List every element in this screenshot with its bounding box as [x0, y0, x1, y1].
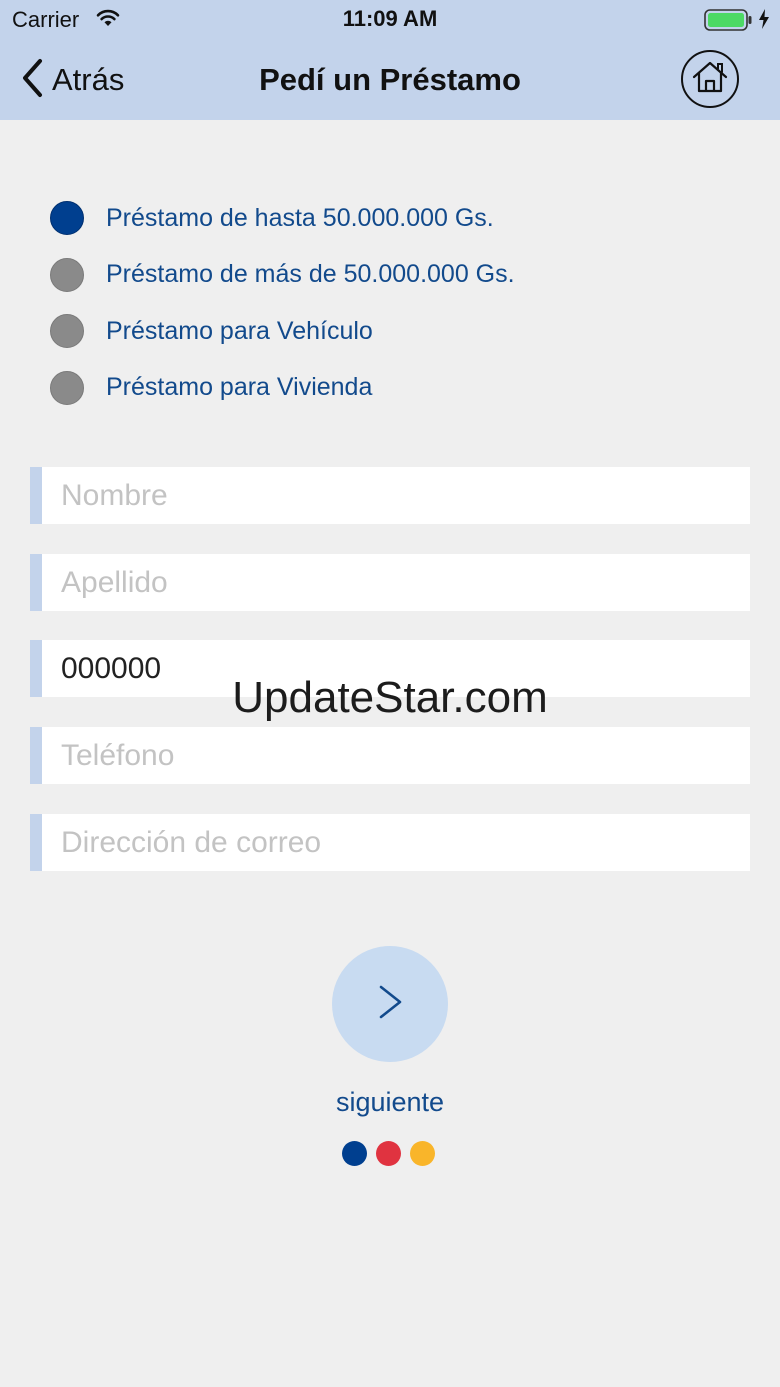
loan-option-label: Préstamo de hasta 50.000.000 Gs.	[106, 203, 494, 232]
telefono-field[interactable]	[30, 727, 750, 784]
telefono-input[interactable]	[61, 738, 750, 773]
brand-dot-red	[376, 1141, 401, 1166]
next-button[interactable]	[332, 946, 448, 1062]
loan-option-mas-50m[interactable]: Préstamo de más de 50.000.000 Gs.	[50, 247, 515, 304]
radio-unselected-icon[interactable]	[50, 257, 84, 292]
loan-option-hasta-50m[interactable]: Préstamo de hasta 50.000.000 Gs.	[50, 190, 515, 247]
loan-option-vehiculo[interactable]: Préstamo para Vehículo	[50, 303, 515, 360]
documento-input[interactable]	[61, 651, 750, 686]
nombre-field[interactable]	[30, 467, 750, 524]
nombre-input[interactable]	[61, 478, 750, 513]
brand-dot-blue	[342, 1141, 367, 1166]
status-bar: Carrier 11:09 AM	[0, 0, 780, 40]
radio-selected-icon[interactable]	[50, 201, 84, 236]
clock: 11:09 AM	[342, 6, 438, 31]
battery-icon	[704, 9, 752, 36]
loan-option-vivienda[interactable]: Préstamo para Vivienda	[50, 360, 515, 417]
home-button[interactable]	[681, 50, 739, 108]
loan-option-label: Préstamo para Vehículo	[106, 316, 373, 345]
chevron-right-icon	[376, 984, 404, 1025]
loan-option-label: Préstamo de más de 50.000.000 Gs.	[106, 260, 515, 289]
correo-field[interactable]	[30, 814, 750, 871]
page-title: Pedí un Préstamo	[259, 62, 521, 97]
brand-dot-yellow	[410, 1141, 435, 1166]
loan-type-radio-group: Préstamo de hasta 50.000.000 Gs. Préstam…	[50, 190, 515, 416]
next-label: siguiente	[335, 1087, 445, 1117]
radio-unselected-icon[interactable]	[50, 314, 84, 349]
radio-unselected-icon[interactable]	[50, 370, 84, 405]
header-bar: Carrier 11:09 AM Atrás Pedí un Préstamo	[0, 0, 780, 120]
brand-dots	[342, 1141, 435, 1166]
apellido-field[interactable]	[30, 554, 750, 611]
email-input[interactable]	[61, 825, 750, 860]
loan-option-label: Préstamo para Vivienda	[106, 373, 373, 402]
documento-field[interactable]	[30, 640, 750, 697]
apellido-input[interactable]	[61, 565, 750, 600]
charging-bolt-icon	[758, 9, 770, 34]
home-icon	[691, 60, 729, 99]
